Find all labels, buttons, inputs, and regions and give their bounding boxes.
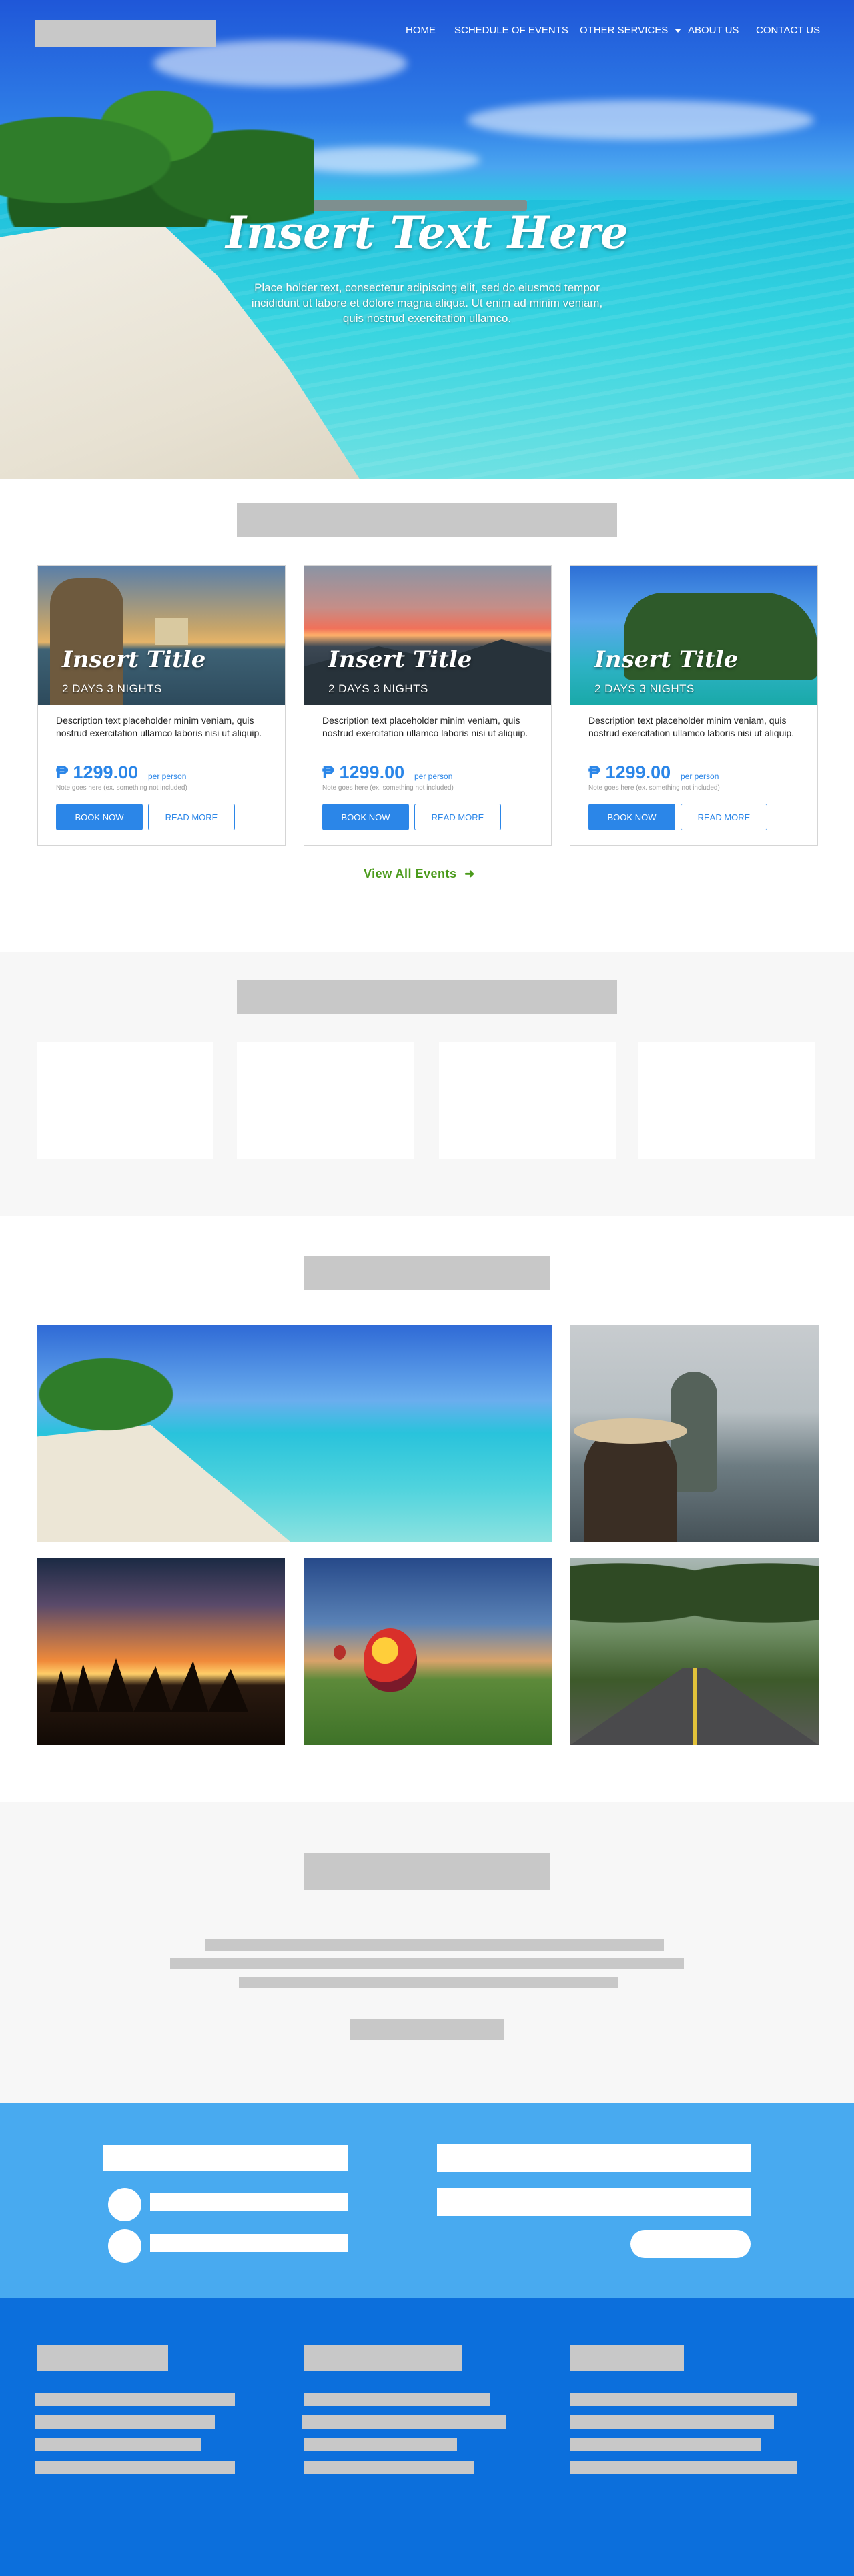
hat (574, 1418, 687, 1444)
contact-line-placeholder (150, 2234, 348, 2252)
nav-other-services-label: OTHER SERVICES (580, 25, 669, 36)
services-section (0, 952, 854, 1216)
footer-link-placeholder[interactable] (570, 2393, 797, 2406)
gallery-sand (37, 1425, 290, 1542)
nav-other-services[interactable]: OTHER SERVICES (580, 25, 682, 36)
footer-link-placeholder[interactable] (570, 2438, 761, 2451)
event-card: Insert Title 2 DAYS 3 NIGHTS Description… (37, 565, 286, 846)
nav-home[interactable]: HOME (406, 25, 436, 36)
gallery-image-hot-air-balloons[interactable] (304, 1558, 552, 1745)
event-card-title: Insert Title (594, 646, 739, 673)
footer (0, 2298, 854, 2576)
silhouettes (50, 1658, 270, 1712)
hero-title: Insert Text Here (226, 207, 628, 259)
email-icon (108, 2229, 141, 2263)
event-card: Insert Title 2 DAYS 3 NIGHTS Description… (304, 565, 552, 846)
event-card-description: Description text placeholder minim venia… (322, 715, 528, 738)
footer-link-placeholder[interactable] (570, 2461, 797, 2474)
gallery-image-road[interactable] (570, 1558, 819, 1745)
event-card-price: ₱ 1299.00 (322, 762, 405, 782)
contact-heading-placeholder (103, 2145, 348, 2171)
submit-button[interactable] (630, 2230, 751, 2258)
gallery-image-island-hat[interactable] (570, 1325, 819, 1542)
contact-line-placeholder (150, 2193, 348, 2211)
hero-section: HOME SCHEDULE OF EVENTS OTHER SERVICES A… (0, 0, 854, 479)
hero-subtitle: Place holder text, consectetur adipiscin… (251, 281, 603, 325)
view-all-events-link[interactable]: View All Events ➜ (364, 867, 475, 881)
hero-cloud (467, 100, 814, 140)
footer-link-placeholder[interactable] (302, 2415, 506, 2429)
text-section (0, 1802, 854, 2103)
logo-placeholder[interactable] (35, 20, 216, 47)
event-card-price-unit: per person (414, 772, 453, 781)
section-heading-placeholder (237, 980, 617, 1014)
read-more-button[interactable]: READ MORE (148, 804, 235, 830)
read-more-button[interactable]: READ MORE (414, 804, 501, 830)
text-line-placeholder (170, 1958, 684, 1969)
book-now-button[interactable]: BOOK NOW (588, 804, 675, 830)
event-card: Insert Title 2 DAYS 3 NIGHTS Description… (570, 565, 818, 846)
event-card-price-unit: per person (681, 772, 719, 781)
arrow-right-icon: ➜ (464, 867, 475, 880)
event-card-title: Insert Title (328, 646, 472, 673)
hero-palm-trees (0, 60, 314, 227)
tree-canopy (570, 1558, 819, 1645)
button-placeholder[interactable] (350, 2019, 504, 2040)
balloon-small (334, 1645, 346, 1660)
monument (155, 618, 188, 645)
event-card-note: Note goes here (ex. something not includ… (588, 784, 720, 792)
balloon (364, 1628, 417, 1692)
name-field[interactable] (437, 2144, 751, 2172)
gallery-palms (37, 1338, 210, 1432)
event-card-title: Insert Title (62, 646, 206, 673)
email-field[interactable] (437, 2188, 751, 2216)
event-card-note: Note goes here (ex. something not includ… (56, 784, 187, 792)
read-more-button[interactable]: READ MORE (681, 804, 767, 830)
event-card-duration: 2 DAYS 3 NIGHTS (328, 682, 428, 695)
nav-about-us[interactable]: ABOUT US (688, 25, 739, 36)
gallery-image-sunset-group[interactable] (37, 1558, 285, 1745)
service-tile-placeholder[interactable] (37, 1042, 214, 1159)
event-card-duration: 2 DAYS 3 NIGHTS (594, 682, 695, 695)
nav-contact-us[interactable]: CONTACT US (756, 25, 820, 36)
view-all-events-label: View All Events (364, 867, 457, 880)
footer-link-placeholder[interactable] (35, 2438, 201, 2451)
footer-heading-placeholder (37, 2345, 168, 2371)
event-card-duration: 2 DAYS 3 NIGHTS (62, 682, 162, 695)
footer-link-placeholder[interactable] (35, 2415, 215, 2429)
text-line-placeholder (239, 1977, 618, 1988)
event-card-price: ₱ 1299.00 (588, 762, 671, 782)
footer-link-placeholder[interactable] (304, 2393, 490, 2406)
service-tile-placeholder[interactable] (237, 1042, 414, 1159)
event-card-price-unit: per person (148, 772, 187, 781)
footer-link-placeholder[interactable] (570, 2415, 774, 2429)
service-tile-placeholder[interactable] (439, 1042, 616, 1159)
footer-heading-placeholder (304, 2345, 462, 2371)
event-card-description: Description text placeholder minim venia… (588, 715, 795, 738)
footer-link-placeholder[interactable] (35, 2393, 235, 2406)
nav-schedule-of-events[interactable]: SCHEDULE OF EVENTS (454, 25, 568, 36)
section-heading-placeholder (237, 503, 617, 537)
road-line (693, 1668, 697, 1745)
book-now-button[interactable]: BOOK NOW (56, 804, 143, 830)
caret-down-icon (675, 29, 682, 33)
section-heading-placeholder (304, 1256, 550, 1290)
event-card-note: Note goes here (ex. something not includ… (322, 784, 454, 792)
text-line-placeholder (205, 1939, 664, 1951)
section-heading-placeholder (304, 1853, 550, 1890)
event-card-description: Description text placeholder minim venia… (56, 715, 262, 738)
footer-link-placeholder[interactable] (304, 2438, 457, 2451)
footer-link-placeholder[interactable] (304, 2461, 474, 2474)
event-card-price: ₱ 1299.00 (56, 762, 139, 782)
contact-section (0, 2103, 854, 2298)
phone-icon (108, 2188, 141, 2221)
service-tile-placeholder[interactable] (638, 1042, 815, 1159)
gallery-image-beach[interactable] (37, 1325, 552, 1542)
book-now-button[interactable]: BOOK NOW (322, 804, 409, 830)
page: HOME SCHEDULE OF EVENTS OTHER SERVICES A… (0, 0, 854, 2576)
footer-link-placeholder[interactable] (35, 2461, 235, 2474)
footer-heading-placeholder (570, 2345, 684, 2371)
